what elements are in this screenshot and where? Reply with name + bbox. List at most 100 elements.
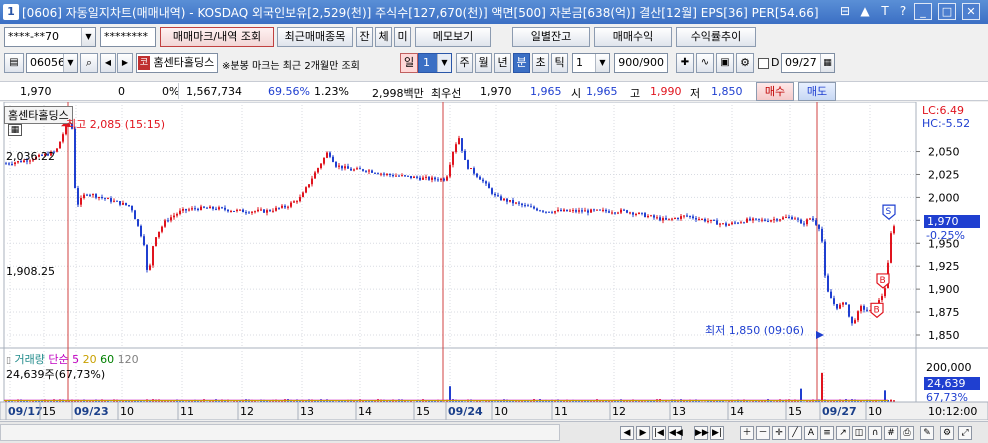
- high-annotation: 최고 2,085 (15:15): [66, 118, 166, 131]
- period-year[interactable]: 년: [494, 53, 511, 73]
- x-tick-label: 12: [240, 405, 254, 418]
- candle-body: [542, 210, 544, 212]
- account-select[interactable]: ****-**70 ▼: [4, 27, 96, 47]
- candle-body: [512, 200, 514, 204]
- buy-button[interactable]: 매수: [756, 82, 794, 101]
- wave-icon[interactable]: ∿: [696, 53, 714, 73]
- date-field[interactable]: 09/27 ▦: [781, 53, 835, 73]
- chevron-down-icon[interactable]: ▼: [63, 54, 77, 72]
- x-tick-label: 09/24: [448, 405, 483, 418]
- candle-body: [704, 218, 706, 222]
- resize-icon[interactable]: ⤢: [958, 426, 972, 440]
- price-volume-chart[interactable]: 2,0502,0252,0001,9751,9501,9251,9001,875…: [0, 101, 988, 421]
- memo-button[interactable]: 메모보기: [415, 27, 491, 47]
- volume-bar: [821, 372, 823, 402]
- period-month[interactable]: 월: [475, 53, 492, 73]
- marker-label: B: [874, 305, 880, 315]
- date-checkbox[interactable]: [758, 58, 769, 69]
- group-link-icon[interactable]: ⊟: [838, 4, 852, 19]
- trade-profit-button[interactable]: 매매수익: [594, 27, 672, 47]
- rewind-icon[interactable]: ◀◀: [668, 426, 683, 440]
- save-icon[interactable]: ▣: [716, 53, 734, 73]
- minimize-button[interactable]: _: [914, 3, 932, 20]
- tick-value-select[interactable]: 1 ▼: [572, 53, 610, 73]
- grid-toggle-icon[interactable]: #: [884, 426, 898, 440]
- mark-history-button[interactable]: 매매마크/내역 조회: [160, 27, 274, 47]
- period-value-select[interactable]: 1 ▼: [418, 53, 452, 73]
- bottom-toolbar: ◀ ▶ |◀ ◀◀ ▶▶ ▶| ＋ － ✛ ╱ A ≡ ↗ ◫ ∩ # ⎙ ✎ …: [0, 421, 988, 443]
- line-tool-icon[interactable]: ╱: [788, 426, 802, 440]
- candle-body: [452, 151, 454, 165]
- print-icon[interactable]: ⎙: [900, 426, 914, 440]
- return-trend-button[interactable]: 수익률추이: [676, 27, 756, 47]
- chevron-down-icon[interactable]: ▼: [81, 28, 95, 46]
- symbol-code-input[interactable]: 060560 ▼: [26, 53, 78, 73]
- prev-symbol-icon[interactable]: ◀: [100, 53, 116, 73]
- candle-body: [623, 209, 625, 211]
- fib-tool-icon[interactable]: ≡: [820, 426, 834, 440]
- stock-name-label: 홈센타홀딩스: [4, 106, 73, 124]
- search-icon[interactable]: ⌕: [80, 53, 98, 73]
- table-icon[interactable]: ▦: [8, 124, 22, 136]
- candle-body: [587, 210, 589, 213]
- candle-body: [650, 215, 652, 217]
- sell-button[interactable]: 매도: [798, 82, 836, 101]
- candle-body: [215, 208, 217, 210]
- count-field[interactable]: 900/900: [614, 53, 668, 73]
- last-page-icon[interactable]: ▶|: [710, 426, 724, 440]
- period-day-label[interactable]: 일: [400, 53, 418, 73]
- volume-y-tick: 200,000: [926, 361, 972, 374]
- chevron-down-icon[interactable]: ▼: [437, 54, 451, 72]
- scroll-left-icon[interactable]: ◀: [620, 426, 634, 440]
- forward-icon[interactable]: ▶▶: [694, 426, 709, 440]
- trend-tool-icon[interactable]: ↗: [836, 426, 850, 440]
- period-week[interactable]: 주: [456, 53, 473, 73]
- pending-toggle[interactable]: 미: [394, 27, 411, 47]
- chevron-down-icon[interactable]: ▼: [595, 54, 609, 72]
- candle-body: [56, 148, 58, 152]
- candle-body: [185, 208, 187, 211]
- close-button[interactable]: ✕: [962, 3, 980, 20]
- x-tick-label: 14: [358, 405, 372, 418]
- text-tool-icon[interactable]: A: [804, 426, 818, 440]
- magnet-icon[interactable]: ∩: [868, 426, 882, 440]
- move-up-icon[interactable]: ▲: [858, 4, 872, 19]
- maximize-button[interactable]: □: [938, 3, 956, 20]
- candle-body: [266, 210, 268, 213]
- calendar-icon[interactable]: ▦: [820, 54, 834, 72]
- horizontal-scrollbar[interactable]: [0, 424, 560, 441]
- eraser-icon[interactable]: ◫: [852, 426, 866, 440]
- next-symbol-icon[interactable]: ▶: [117, 53, 133, 73]
- candle-body: [614, 212, 616, 214]
- candle-body: [728, 224, 730, 226]
- chart-area[interactable]: 2,0502,0252,0001,9751,9501,9251,9001,875…: [0, 101, 988, 421]
- password-field[interactable]: ********: [100, 27, 156, 47]
- recent-trades-button[interactable]: 최근매매종목: [277, 27, 353, 47]
- layout-icon[interactable]: ▤: [4, 53, 24, 73]
- help-icon[interactable]: ?: [896, 4, 910, 19]
- crosshair-icon[interactable]: ✛: [772, 426, 786, 440]
- fit-icon[interactable]: ✚: [676, 53, 694, 73]
- candle-body: [290, 202, 292, 207]
- first-page-icon[interactable]: |◀: [652, 426, 666, 440]
- pen-icon[interactable]: ✎: [920, 426, 934, 440]
- executed-toggle[interactable]: 체: [375, 27, 392, 47]
- candle-body: [107, 198, 109, 200]
- balance-toggle[interactable]: 잔: [356, 27, 373, 47]
- period-minute[interactable]: 분: [513, 53, 530, 73]
- y-tick-label: 2,025: [928, 168, 960, 181]
- scroll-right-icon[interactable]: ▶: [636, 426, 650, 440]
- daily-balance-button[interactable]: 일별잔고: [512, 27, 590, 47]
- candle-body: [839, 304, 841, 309]
- gear-icon[interactable]: ⚙: [736, 53, 754, 73]
- candle-body: [152, 246, 154, 266]
- zoom-out-icon[interactable]: －: [756, 426, 770, 440]
- candle-body: [701, 218, 703, 220]
- config-icon[interactable]: ⚙: [940, 426, 954, 440]
- candle-body: [491, 188, 493, 194]
- period-tick[interactable]: 틱: [551, 53, 568, 73]
- candle-body: [734, 222, 736, 224]
- zoom-in-icon[interactable]: ＋: [740, 426, 754, 440]
- text-icon[interactable]: T: [878, 4, 892, 19]
- period-second[interactable]: 초: [532, 53, 549, 73]
